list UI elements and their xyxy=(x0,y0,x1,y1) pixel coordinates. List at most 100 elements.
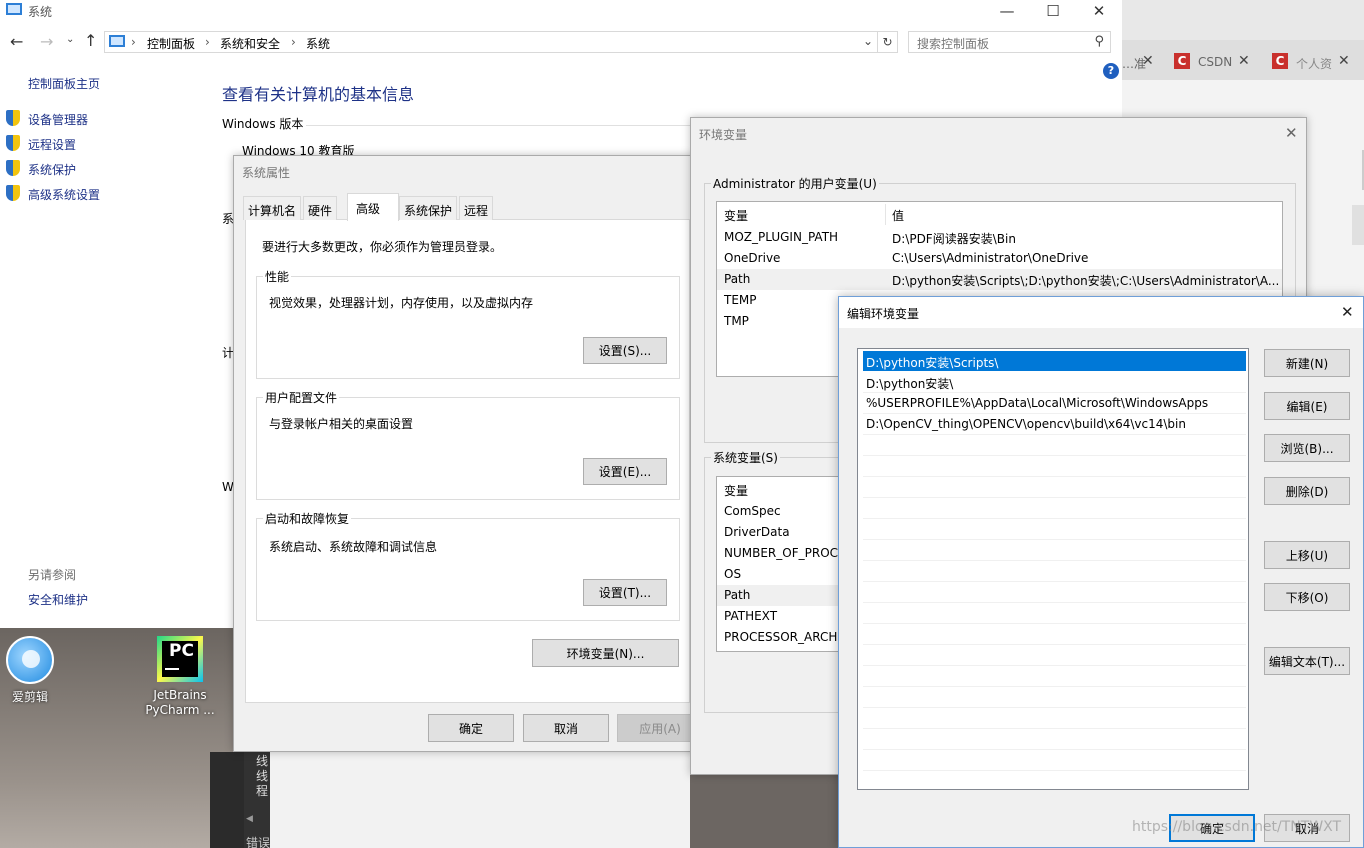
close-icon[interactable]: ✕ xyxy=(1238,53,1250,69)
path-entry: D:\python安装\ xyxy=(866,377,954,391)
chevron-right-icon: › xyxy=(291,35,296,49)
list-item-selected[interactable]: D:\python安装\Scripts\ xyxy=(863,351,1246,371)
environment-variables-button[interactable]: 环境变量(N)... xyxy=(532,639,679,667)
sidebar-item-device-manager[interactable]: 设备管理器 xyxy=(6,110,206,128)
delete-button[interactable]: 删除(D) xyxy=(1264,477,1350,505)
section-divider xyxy=(306,125,691,126)
var-value: D:\python安装\Scripts\;D:\python安装\;C:\Use… xyxy=(892,274,1280,288)
group-title: 启动和故障恢复 xyxy=(263,510,352,527)
help-icon[interactable]: ? xyxy=(1103,63,1119,79)
tab-label: 远程 xyxy=(464,204,489,218)
tab-advanced[interactable]: 高级 xyxy=(347,193,399,221)
breadcrumb-item[interactable]: 系统和安全 xyxy=(220,35,280,52)
forward-button[interactable]: → xyxy=(40,32,53,51)
path-entry: %USERPROFILE%\AppData\Local\Microsoft\Wi… xyxy=(866,396,1209,410)
cancel-button[interactable]: 取消 xyxy=(523,714,609,742)
var-name: Path xyxy=(724,272,751,286)
up-button[interactable]: ↑ xyxy=(84,31,97,50)
list-item[interactable]: %USERPROFILE%\AppData\Local\Microsoft\Wi… xyxy=(863,393,1246,414)
list-item[interactable]: MOZ_PLUGIN_PATH D:\PDF阅读器安装\Bin xyxy=(717,227,1282,248)
column-header-variable[interactable]: 变量 xyxy=(724,482,748,499)
tab-system-protection[interactable]: 系统保护 xyxy=(399,196,458,220)
var-name: MOZ_PLUGIN_PATH xyxy=(724,230,839,244)
var-name: TMP xyxy=(724,314,749,328)
desktop-icon-aijianji[interactable]: 爱剪辑 xyxy=(0,636,65,705)
path-entry: D:\python安装\Scripts\ xyxy=(866,356,999,370)
ok-button[interactable]: 确定 xyxy=(428,714,514,742)
sidebar-home-link[interactable]: 控制面板主页 xyxy=(28,75,100,92)
close-icon[interactable]: ✕ xyxy=(1142,53,1154,69)
browse-button[interactable]: 浏览(B)... xyxy=(1264,434,1350,462)
startup-settings-button[interactable]: 设置(T)... xyxy=(583,579,667,606)
back-button[interactable]: ← xyxy=(10,32,23,51)
browser-tab[interactable]: C CSDN ✕ xyxy=(1166,50,1262,74)
see-also-heading: 另请参阅 xyxy=(28,568,77,582)
breadcrumb-item[interactable]: 系统 xyxy=(306,35,330,52)
address-bar[interactable]: › 控制面板 › 系统和安全 › 系统 ⌄ xyxy=(104,31,878,53)
path-entries-list[interactable]: D:\python安装\Scripts\ D:\python安装\ %USERP… xyxy=(857,348,1249,790)
recent-dropdown-button[interactable]: ⌄ xyxy=(66,34,74,45)
browser-tab[interactable]: …准 ✕ xyxy=(1122,50,1160,74)
see-also-link[interactable]: 安全和维护 xyxy=(28,591,88,608)
path-entry: D:\OpenCV_thing\OPENCV\opencv\build\x64\… xyxy=(866,417,1186,431)
csdn-icon: C xyxy=(1174,53,1190,69)
list-item[interactable]: D:\python安装\ xyxy=(863,372,1246,393)
group-title: Administrator 的用户变量(U) xyxy=(711,175,879,192)
browser-tab-title: CSDN xyxy=(1198,55,1233,69)
title-bar: 系统 — ☐ ✕ xyxy=(0,0,1122,22)
console-panel: 线 线 程 ◀ 错误 xyxy=(210,752,270,848)
tab-label: 系统保护 xyxy=(404,204,453,218)
dialog-title-bar: 编辑环境变量 ✕ xyxy=(839,297,1363,328)
column-header-variable[interactable]: 变量 xyxy=(724,207,748,224)
breadcrumb-item[interactable]: 控制面板 xyxy=(147,35,195,52)
search-icon: ⚲ xyxy=(1094,34,1104,49)
list-item[interactable]: Path D:\python安装\Scripts\;D:\python安装\;C:… xyxy=(717,269,1282,290)
sidebar-item-remote[interactable]: 远程设置 xyxy=(6,135,206,153)
empty-list-rows xyxy=(863,435,1246,789)
sidebar-item-label: 远程设置 xyxy=(28,138,77,152)
sidebar-item-protection[interactable]: 系统保护 xyxy=(6,160,206,178)
performance-settings-button[interactable]: 设置(S)... xyxy=(583,337,667,364)
var-name: OS xyxy=(724,567,742,581)
browser-tab[interactable]: C 个人资 ✕ xyxy=(1264,50,1360,74)
edit-text-button[interactable]: 编辑文本(T)... xyxy=(1264,647,1350,675)
watermark: https://blog.csdn.net/TNTWXT xyxy=(1132,819,1342,835)
list-item[interactable]: D:\OpenCV_thing\OPENCV\opencv\build\x64\… xyxy=(863,414,1246,435)
move-up-button[interactable]: 上移(U) xyxy=(1264,541,1350,569)
shield-icon xyxy=(6,160,20,176)
shield-icon xyxy=(6,185,20,201)
search-placeholder: 搜索控制面板 xyxy=(917,37,990,51)
sidebar-item-advanced[interactable]: 高级系统设置 xyxy=(6,185,206,203)
shield-icon xyxy=(6,135,20,151)
console-char: 程 xyxy=(256,784,269,798)
console-scroll-left[interactable]: ◀ xyxy=(246,814,253,824)
maximize-button[interactable]: ☐ xyxy=(1030,0,1076,22)
minimize-button[interactable]: — xyxy=(984,0,1030,22)
chevron-down-icon[interactable]: ⌄ xyxy=(863,34,873,48)
var-value: C:\Users\Administrator\OneDrive xyxy=(892,251,1089,265)
edit-button[interactable]: 编辑(E) xyxy=(1264,392,1350,420)
tab-label: 高级 xyxy=(356,202,381,216)
profile-settings-button[interactable]: 设置(E)... xyxy=(583,458,667,485)
close-icon[interactable]: ✕ xyxy=(1285,124,1298,142)
close-icon[interactable]: ✕ xyxy=(1338,53,1350,69)
close-icon[interactable]: ✕ xyxy=(1341,303,1354,321)
new-button[interactable]: 新建(N) xyxy=(1264,349,1350,377)
desktop-icon-label: 爱剪辑 xyxy=(11,690,48,704)
sidebar-item-label: 设备管理器 xyxy=(28,113,89,127)
tab-hardware[interactable]: 硬件 xyxy=(303,196,338,220)
search-input[interactable]: 搜索控制面板 ⚲ xyxy=(908,31,1111,53)
refresh-button[interactable]: ↻ xyxy=(878,31,898,53)
tab-computer-name[interactable]: 计算机名 xyxy=(243,196,302,220)
tab-remote[interactable]: 远程 xyxy=(459,196,494,220)
browser-tab-title: 个人资 xyxy=(1296,57,1333,71)
desktop-icon-pycharm[interactable]: PC JetBrains PyCharm ... xyxy=(145,636,215,718)
var-name: PATHEXT xyxy=(724,609,778,623)
column-header-value[interactable]: 值 xyxy=(892,207,904,224)
csdn-icon: C xyxy=(1272,53,1288,69)
list-item[interactable]: OneDrive C:\Users\Administrator\OneDrive xyxy=(717,248,1282,269)
move-down-button[interactable]: 下移(O) xyxy=(1264,583,1350,611)
close-button[interactable]: ✕ xyxy=(1076,0,1122,22)
list-header: 变量 值 xyxy=(717,204,1282,225)
var-name: NUMBER_OF_PROC xyxy=(724,546,839,560)
